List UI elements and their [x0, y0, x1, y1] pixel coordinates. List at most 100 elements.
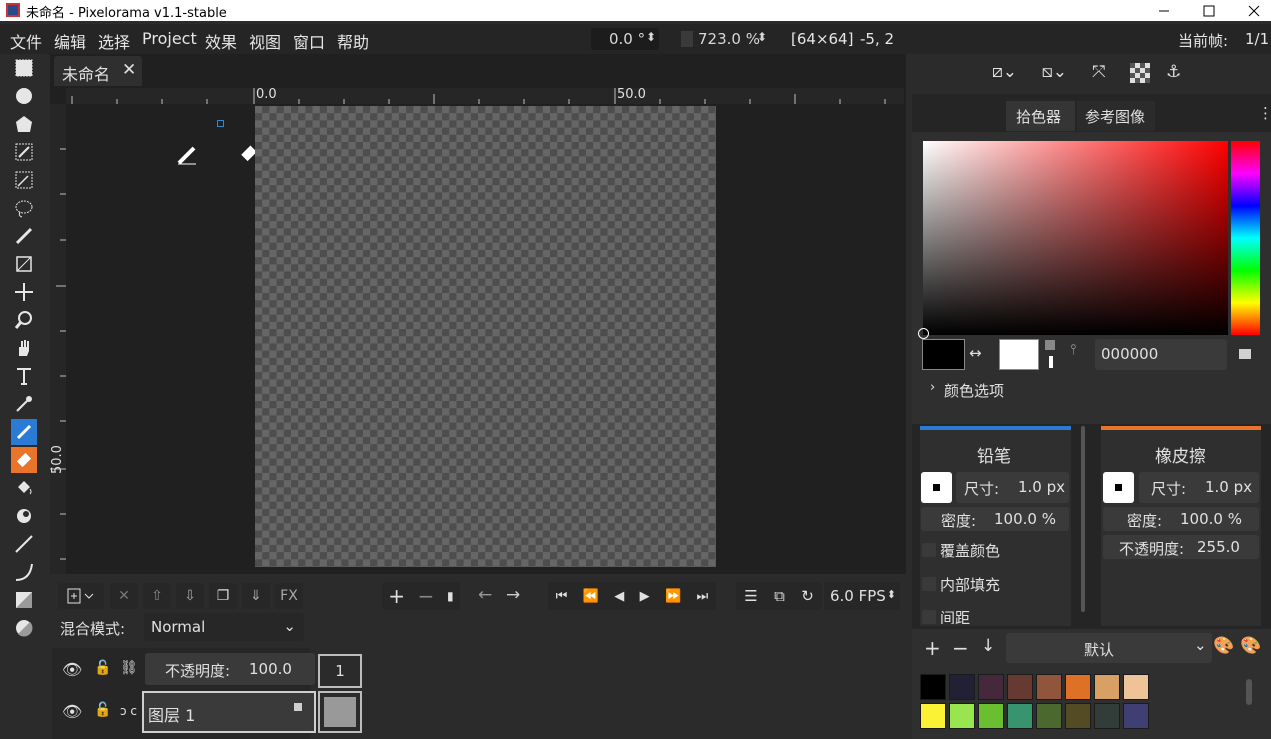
color-cursor[interactable]: [918, 328, 929, 339]
brush-type-button[interactable]: [921, 472, 952, 503]
palette-swatch[interactable]: [949, 674, 975, 700]
pan-tool[interactable]: [11, 335, 37, 361]
menu-edit[interactable]: 编辑: [54, 29, 86, 53]
tab-untitled[interactable]: 未命名 ✕: [54, 56, 142, 86]
ellipse-tool[interactable]: [11, 615, 37, 641]
next-frame-icon[interactable]: ⏩: [665, 589, 681, 604]
link-icon[interactable]: ⛓: [120, 660, 138, 676]
move-frame-left-icon[interactable]: ←: [478, 585, 492, 605]
color-select-tool[interactable]: [11, 139, 37, 165]
rectangle-tool[interactable]: [11, 587, 37, 613]
palette-down-icon[interactable]: ↓: [981, 636, 995, 656]
palette-swatch[interactable]: [1007, 703, 1033, 729]
crop-tool[interactable]: [11, 251, 37, 277]
saturation-value-area[interactable]: [923, 141, 1228, 335]
add-layer-button[interactable]: [58, 583, 104, 609]
prev-frame-icon[interactable]: ⏪: [583, 589, 599, 604]
move-frame-right-icon[interactable]: →: [506, 585, 520, 605]
last-frame-icon[interactable]: ⏭: [697, 589, 709, 604]
menu-effects[interactable]: 效果: [205, 29, 237, 53]
zoom-spinbox[interactable]: 723.0 % ⬍: [681, 28, 771, 50]
menu-select[interactable]: 选择: [98, 29, 130, 53]
pencil-tool[interactable]: [11, 419, 37, 445]
loop-icon[interactable]: ↻: [801, 587, 814, 605]
close-window-button[interactable]: [1231, 0, 1271, 21]
overwrite-color-checkbox[interactable]: [922, 543, 936, 557]
left-options-scrollbar[interactable]: [1081, 426, 1085, 612]
remove-palette-icon[interactable]: −: [952, 636, 969, 660]
first-frame-icon[interactable]: ⏮: [556, 589, 568, 604]
palette-swatch[interactable]: [1065, 674, 1091, 700]
eraser-size-spinbox[interactable]: 尺寸: 1.0 px: [1139, 472, 1259, 503]
link-icon[interactable]: ↄ c: [120, 704, 137, 718]
color-picker-tool[interactable]: [11, 391, 37, 417]
clone-layer-button[interactable]: ❐: [209, 583, 237, 609]
palette-swatch[interactable]: [1094, 674, 1120, 700]
palette-select[interactable]: 默认 ⌄: [1006, 633, 1212, 663]
bucket-tool[interactable]: [11, 475, 37, 501]
palette-swatch[interactable]: [1036, 674, 1062, 700]
fps-spinbox[interactable]: 6.0 FPS ⬍: [824, 582, 900, 610]
clone-frame-icon[interactable]: ▮: [447, 589, 454, 603]
palette-scrollbar[interactable]: [1246, 679, 1252, 705]
fill-inside-checkbox[interactable]: [922, 577, 936, 591]
menu-window[interactable]: 窗口: [293, 29, 325, 53]
palette-swatch[interactable]: [949, 703, 975, 729]
more-options-icon[interactable]: ⋮: [1258, 104, 1271, 122]
add-frame-icon[interactable]: +: [388, 584, 405, 608]
primary-color-swatch[interactable]: [922, 339, 965, 370]
ellipse-select-tool[interactable]: [11, 83, 37, 109]
close-tab-icon[interactable]: ✕: [122, 60, 136, 80]
eraser-brush-type-button[interactable]: [1103, 472, 1134, 503]
mirror-h-icon[interactable]: ⧄⌄: [992, 62, 1017, 82]
tab-reference-images[interactable]: 参考图像: [1077, 101, 1155, 131]
eraser-density-spinbox[interactable]: 密度: 100.0 %: [1103, 507, 1259, 531]
secondary-color-swatch[interactable]: [999, 339, 1039, 370]
rotation-spinbox[interactable]: 0.0 ° ⬍: [591, 28, 659, 50]
eraser-opacity-spinbox[interactable]: 不透明度: 255.0: [1103, 535, 1259, 559]
polygon-select-tool[interactable]: [11, 111, 37, 137]
lock-icon[interactable]: 🔓: [94, 702, 111, 718]
frame-number-button[interactable]: 1: [318, 654, 362, 688]
frame-cel[interactable]: [318, 691, 362, 733]
line-tool[interactable]: [11, 531, 37, 557]
lock-icon[interactable]: 🔓: [94, 660, 111, 676]
chevron-right-icon[interactable]: ›: [930, 380, 935, 395]
density-spinbox[interactable]: 密度: 100.0 %: [921, 507, 1069, 531]
move-layer-down-button[interactable]: ⇩: [176, 583, 204, 609]
curve-tool[interactable]: [11, 559, 37, 585]
drawing-canvas[interactable]: [255, 106, 716, 567]
dynamics-icon[interactable]: ⚓: [1166, 62, 1181, 82]
brush-size-spinbox[interactable]: 尺寸: 1.0 px: [956, 472, 1069, 503]
move-layer-up-button[interactable]: ⇧: [143, 583, 171, 609]
pixel-perfect-icon[interactable]: ⤧: [1092, 62, 1106, 82]
eyedropper-icon[interactable]: ⫯: [1070, 342, 1076, 358]
onion-skin-icon[interactable]: ⧉: [774, 587, 785, 605]
palette-edit-icon[interactable]: 🎨: [1213, 636, 1234, 656]
menu-help[interactable]: 帮助: [337, 29, 369, 53]
palette-swatch[interactable]: [1065, 703, 1091, 729]
palette-swatch[interactable]: [978, 674, 1004, 700]
text-tool[interactable]: [11, 363, 37, 389]
layer-row[interactable]: 图层 1: [142, 691, 316, 733]
visibility-eye-icon[interactable]: 👁: [62, 660, 82, 679]
move-tool[interactable]: [11, 279, 37, 305]
visibility-eye-icon[interactable]: 👁: [62, 702, 82, 721]
eraser-tool[interactable]: [11, 447, 37, 473]
swap-colors-icon[interactable]: ↔: [969, 344, 982, 362]
lasso-tool[interactable]: [11, 195, 37, 221]
palette-swatch[interactable]: [1094, 703, 1120, 729]
layer-fx-button[interactable]: FX: [275, 583, 303, 609]
timeline-settings-icon[interactable]: ☰: [744, 587, 757, 605]
remove-layer-button[interactable]: ✕: [110, 583, 138, 609]
palette-swatch[interactable]: [1123, 703, 1149, 729]
alpha-lock-icon[interactable]: [1130, 63, 1150, 83]
shading-tool[interactable]: [11, 503, 37, 529]
menu-project[interactable]: Project: [142, 29, 197, 48]
paint-select-tool[interactable]: [11, 223, 37, 249]
menu-file[interactable]: 文件: [10, 29, 42, 53]
palette-swatch[interactable]: [1123, 674, 1149, 700]
rect-select-tool[interactable]: [11, 55, 37, 81]
zoom-tool[interactable]: [11, 307, 37, 333]
palette-swatch[interactable]: [978, 703, 1004, 729]
